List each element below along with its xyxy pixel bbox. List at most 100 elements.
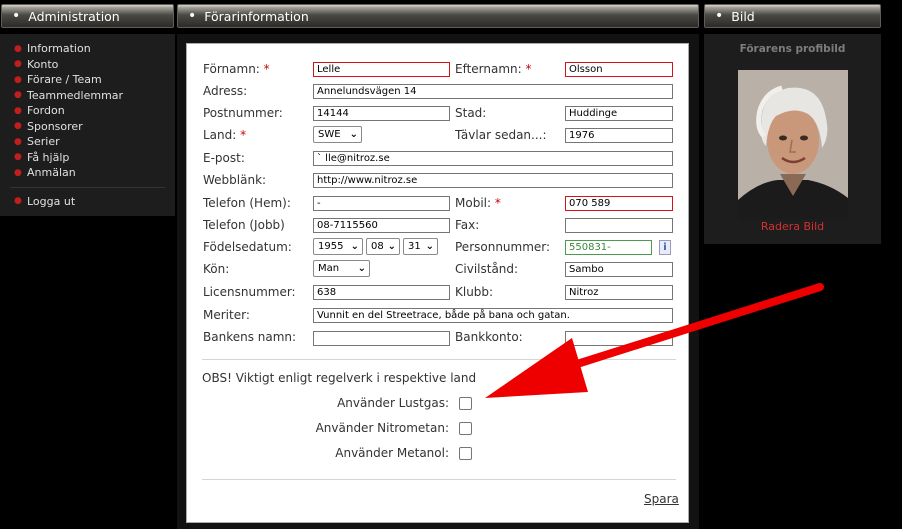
fodelse-day-select[interactable]: 31 ⌄ xyxy=(403,238,438,255)
nav-divider xyxy=(10,186,165,188)
bullet-icon: • xyxy=(715,8,724,24)
label-fodelsedatum: Födelsedatum: xyxy=(203,240,292,254)
info-icon[interactable]: i xyxy=(659,240,671,255)
form-divider xyxy=(202,359,676,360)
nitrometan-checkbox[interactable] xyxy=(459,422,472,435)
profile-photo-illustration xyxy=(738,70,848,219)
driver-form: Förnamn: * Lelle Efternamn: * Olsson Adr… xyxy=(186,43,689,523)
label-adress: Adress: xyxy=(203,84,248,98)
nav-item-logga-ut[interactable]: ● Logga ut xyxy=(0,194,175,210)
kon-select[interactable]: Man ⌄ xyxy=(313,260,370,277)
chevron-down-icon: ⌄ xyxy=(349,129,358,140)
civilstand-input[interactable]: Sambo xyxy=(565,262,673,277)
nav-item-information[interactable]: ● Information xyxy=(0,41,175,57)
forarinfo-panel: Förnamn: * Lelle Efternamn: * Olsson Adr… xyxy=(177,34,699,529)
meriter-input[interactable]: Vunnit en del Streetrace, både på bana o… xyxy=(313,308,673,323)
nav-item-anmalan[interactable]: ● Anmälan xyxy=(0,165,175,181)
label-civilstand: Civilstånd: xyxy=(455,262,519,276)
efternamn-input[interactable]: Olsson xyxy=(565,62,673,77)
bankens-namn-input[interactable] xyxy=(313,331,450,346)
label-bankens-namn: Bankens namn: xyxy=(203,330,297,344)
right-column: • Bild Förarens profibild Radera Bild xyxy=(704,0,881,244)
webblank-input[interactable]: http://www.nitroz.se xyxy=(313,173,673,188)
nav-item-label: Information xyxy=(27,42,91,56)
label-telefon-jobb: Telefon (Jobb) xyxy=(203,218,285,232)
red-bullet-icon: ● xyxy=(14,74,22,85)
nav-item-label: Serier xyxy=(27,135,60,149)
nav-item-konto[interactable]: ● Konto xyxy=(0,57,175,73)
epost-input[interactable]: ` lle@nitroz.se xyxy=(313,151,673,166)
chevron-down-icon: ⌄ xyxy=(387,241,396,252)
bankkonto-input[interactable] xyxy=(565,331,673,346)
personnummer-input[interactable]: 550831- xyxy=(565,240,652,255)
bild-header: • Bild xyxy=(704,4,881,28)
lustgas-label: Använder Lustgas: xyxy=(337,396,449,410)
telefon-jobb-input[interactable]: 08-7115560 xyxy=(313,218,450,233)
nav-item-sponsorer[interactable]: ● Sponsorer xyxy=(0,119,175,135)
label-tavlar: Tävlar sedan...: xyxy=(455,128,547,142)
lustgas-checkbox[interactable] xyxy=(459,397,472,410)
admin-header: • Administration xyxy=(1,4,174,28)
land-select-value: SWE xyxy=(318,129,341,140)
red-bullet-icon: ● xyxy=(14,167,22,178)
red-bullet-icon: ● xyxy=(14,43,22,54)
fodelse-month-select[interactable]: 08 ⌄ xyxy=(366,238,400,255)
fodelse-year-select[interactable]: 1955 ⌄ xyxy=(313,238,363,255)
admin-nav-panel: ● Information ● Konto ● Förare / Team ● Team… xyxy=(0,34,175,216)
required-mark: * xyxy=(494,196,501,210)
mobil-input[interactable]: 070 589 xyxy=(565,196,673,211)
licensnummer-input[interactable]: 638 xyxy=(313,285,450,300)
nav-item-label: Logga ut xyxy=(27,194,76,208)
profile-panel: Förarens profibild Radera Bild xyxy=(704,34,881,244)
nav-item-teammedlemmar[interactable]: ● Teammedlemmar xyxy=(0,88,175,104)
label-klubb: Klubb: xyxy=(455,285,494,299)
label-mobil: Mobil: * xyxy=(455,196,501,210)
nav-item-fa-hjalp[interactable]: ● Få hjälp xyxy=(0,150,175,166)
red-bullet-icon: ● xyxy=(14,105,22,116)
chevron-down-icon: ⌄ xyxy=(350,241,359,252)
fodelse-month-value: 08 xyxy=(371,241,384,252)
tavlar-sedan-input[interactable]: 1976 xyxy=(565,128,673,143)
required-mark: * xyxy=(240,128,247,142)
adress-input[interactable]: Annelundsvägen 14 xyxy=(313,84,673,99)
label-epost: E-post: xyxy=(203,151,245,165)
nav-item-label: Förare / Team xyxy=(27,73,102,87)
red-bullet-icon: ● xyxy=(14,59,22,70)
radera-bild-link[interactable]: Radera Bild xyxy=(704,220,881,233)
nav-item-fordon[interactable]: ● Fordon xyxy=(0,103,175,119)
stad-input[interactable]: Huddinge xyxy=(565,106,673,121)
nav-item-forare-team[interactable]: ● Förare / Team xyxy=(0,72,175,88)
label-licensnummer: Licensnummer: xyxy=(203,285,296,299)
land-select[interactable]: SWE ⌄ xyxy=(313,126,362,143)
label-webblank: Webblänk: xyxy=(203,173,267,187)
fax-input[interactable] xyxy=(565,218,673,233)
fodelse-year-value: 1955 xyxy=(318,241,344,252)
spara-link[interactable]: Spara xyxy=(644,492,679,506)
bullet-icon: • xyxy=(12,8,21,24)
forarinfo-header-title: Förarinformation xyxy=(204,8,309,24)
postnummer-input[interactable]: 14144 xyxy=(313,106,450,121)
label-land: Land: * xyxy=(203,128,247,142)
nav-item-label: Konto xyxy=(27,57,59,71)
klubb-input[interactable]: Nitroz xyxy=(565,285,673,300)
metanol-checkbox[interactable] xyxy=(459,447,472,460)
fornamn-input[interactable]: Lelle xyxy=(313,62,450,77)
admin-header-title: Administration xyxy=(28,8,120,24)
label-bankkonto: Bankkonto: xyxy=(455,330,523,344)
metanol-label: Använder Metanol: xyxy=(335,446,449,460)
kon-select-value: Man xyxy=(318,263,340,274)
label-fax: Fax: xyxy=(455,218,480,232)
label-stad: Stad: xyxy=(455,106,487,120)
chevron-down-icon: ⌄ xyxy=(357,263,366,274)
required-mark: * xyxy=(263,62,270,76)
label-fornamn: Förnamn: * xyxy=(203,62,270,76)
nav-item-serier[interactable]: ● Serier xyxy=(0,134,175,150)
label-postnummer: Postnummer: xyxy=(203,106,283,120)
red-bullet-icon: ● xyxy=(14,90,22,101)
telefon-hem-input[interactable]: - xyxy=(313,196,450,211)
fodelse-day-value: 31 xyxy=(408,241,421,252)
required-mark: * xyxy=(525,62,532,76)
label-meriter: Meriter: xyxy=(203,308,250,322)
nav-item-label: Fordon xyxy=(27,104,65,118)
red-bullet-icon: ● xyxy=(14,196,22,207)
